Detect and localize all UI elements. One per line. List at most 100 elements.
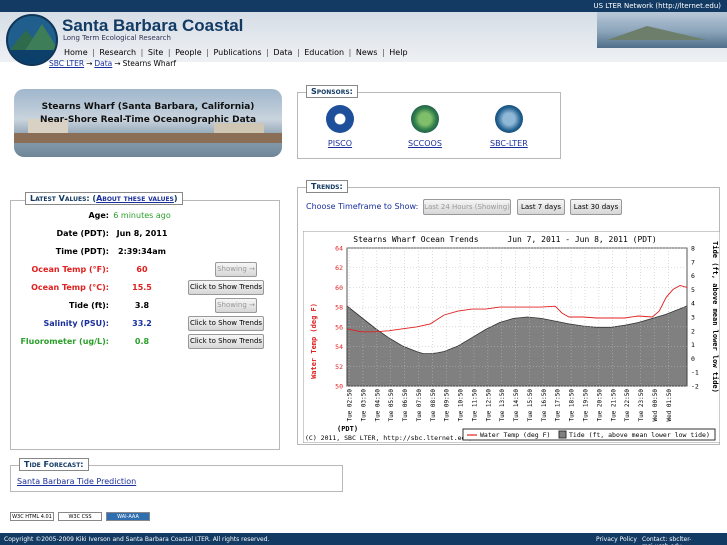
y-tick-left: 64 — [335, 245, 343, 253]
showing-button[interactable]: Showing → — [215, 298, 257, 313]
legend-temp-label: Water Temp (deg F) — [480, 431, 550, 439]
about-values-link[interactable]: About these values — [96, 194, 174, 203]
latest-value-row: Date (PDT): Jun 8, 2011 — [11, 229, 281, 241]
latest-value-label: Date (PDT): — [56, 229, 109, 238]
y-tick-right: 6 — [691, 272, 695, 280]
sponsor-pisco[interactable]: PISCO — [326, 105, 354, 148]
x-tick-label: Tue 15:50 — [527, 389, 534, 422]
show-trends-button[interactable]: Click to Show Trends — [188, 316, 264, 331]
nav-news[interactable]: News — [356, 48, 378, 57]
x-tick-label: Tue 14:50 — [513, 389, 520, 422]
sponsor-sccoos[interactable]: SCCOOS — [408, 105, 442, 148]
nav-research[interactable]: Research — [99, 48, 136, 57]
y-tick-right: 4 — [691, 300, 695, 308]
banner-subtitle: Near-Shore Real-Time Oceanographic Data — [39, 115, 257, 125]
x-tick-label: Tue 21:50 — [610, 389, 617, 422]
nav-education[interactable]: Education — [304, 48, 344, 57]
sccoos-logo-icon[interactable] — [410, 105, 439, 133]
breadcrumb-data[interactable]: Data — [94, 59, 112, 68]
latest-value-value: 2:39:34am — [118, 247, 166, 256]
latest-value-value: 0.8 — [134, 337, 150, 346]
breadcrumb-arrow: → — [86, 59, 93, 68]
y-tick-right: -1 — [691, 369, 699, 377]
nav-home[interactable]: Home — [64, 48, 88, 57]
sponsor-sbc-lter[interactable]: SBC-LTER — [490, 105, 528, 148]
x-tick-label: Tue 07:50 — [416, 389, 423, 422]
breadcrumb-current: Stearns Wharf — [122, 59, 176, 68]
show-trends-button[interactable]: Click to Show Trends — [188, 334, 264, 349]
nav-help[interactable]: Help — [389, 48, 407, 57]
tide-prediction-link[interactable]: Santa Barbara Tide Prediction — [17, 477, 136, 486]
wai-badge[interactable]: WAI-AAA — [106, 512, 150, 521]
chart-plot-area: 5052545658606264-2-1012345678Tue 02:50 Tu… — [335, 245, 699, 422]
sponsor-pisco-link[interactable]: PISCO — [326, 139, 354, 148]
x-tick-label: Tue 22:50 — [624, 389, 631, 422]
show-trends-button[interactable]: Click to Show Trends — [188, 280, 264, 295]
latest-value-row: Time (PDT): 2:39:34am — [11, 247, 281, 259]
nav-separator: | — [167, 48, 171, 57]
y-tick-left: 50 — [335, 383, 343, 391]
nav-separator: | — [382, 48, 385, 57]
chart-credit: (C) 2011, SBC LTER, http://sbc.lternet.e… — [305, 434, 473, 442]
nav-separator: | — [266, 48, 269, 57]
x-tick-label: Tue 19:50 — [583, 389, 590, 422]
copyright-text: Copyright ©2005-2009 Kiki Iverson and Sa… — [4, 536, 270, 543]
nav-separator: | — [296, 48, 300, 57]
wharf-banner: Stearns Wharf (Santa Barbara, California… — [14, 89, 282, 157]
top-bar: US LTER Network (http://lternet.edu) — [0, 0, 727, 12]
sbc-lter-logo-icon[interactable] — [494, 105, 523, 133]
latest-values-heading: Latest Values: (About these values) — [25, 192, 183, 205]
contact-link[interactable]: Contact: sbclter-msi.ucsb.edu — [642, 536, 727, 545]
y-tick-right: 8 — [691, 245, 695, 253]
banner-title: Stearns Wharf (Santa Barbara, California… — [41, 102, 255, 112]
x-tick-label: Tue 12:50 — [485, 389, 492, 422]
lter-network-link[interactable]: US LTER Network (http://lternet.edu) — [593, 2, 721, 10]
x-tick-label: Tue 16:50 — [541, 389, 548, 422]
x-tick-label: Tue 20:50 — [596, 389, 603, 422]
latest-value-row: Fluorometer (ug/L): 0.8 Click to Show Tren… — [11, 334, 281, 349]
breadcrumb-sbc-lter[interactable]: SBC LTER — [49, 59, 84, 68]
trends-heading: Trends: — [306, 180, 348, 193]
x-tick-label: Tue 09:50 — [444, 389, 451, 422]
ocean-trends-chart: Stearns Wharf Ocean Trends Jun 7, 2011 -… — [303, 231, 720, 443]
nav-publications[interactable]: Publications — [213, 48, 261, 57]
pisco-logo-icon[interactable] — [326, 105, 354, 133]
footer: Copyright ©2005-2009 Kiki Iverson and Sa… — [0, 533, 727, 545]
y-tick-left: 54 — [335, 343, 343, 351]
latest-value-row: Tide (ft): 3.8 Showing → — [11, 298, 281, 313]
css-badge-text: W3C CSS — [68, 514, 92, 520]
latest-value-value: Jun 8, 2011 — [116, 229, 168, 238]
nav-people[interactable]: People — [175, 48, 202, 57]
x-tick-label: Tue 18:50 — [569, 389, 576, 422]
last-30-days-button[interactable]: Last 30 days — [570, 199, 622, 215]
y-tick-left: 56 — [335, 323, 343, 331]
sponsor-sbc-lter-link[interactable]: SBC-LTER — [490, 139, 528, 148]
latest-value-label: Tide (ft): — [69, 301, 109, 310]
y-axis-left-label: Water Temp (deg F) — [310, 303, 318, 379]
x-tick-label: Tue 17:50 — [555, 389, 562, 422]
site-title[interactable]: Santa Barbara Coastal — [62, 16, 243, 36]
latest-value-value: 6 minutes ago — [113, 211, 171, 220]
breadcrumb: SBC LTER → Data → Stearns Wharf — [49, 59, 176, 68]
showing-button[interactable]: Showing → — [215, 262, 257, 277]
y-tick-right: 5 — [691, 286, 695, 294]
last-7-days-button[interactable]: Last 7 days — [517, 199, 565, 215]
sponsor-sccoos-link[interactable]: SCCOOS — [408, 139, 442, 148]
css-valid-badge[interactable]: W3C CSS — [58, 512, 102, 521]
x-tick-label: Tue 11:50 — [471, 389, 478, 422]
latest-value-label: Ocean Temp (°C): — [31, 283, 109, 292]
latest-value-value: 33.2 — [132, 319, 152, 328]
latest-value-value: 60 — [136, 265, 148, 274]
x-tick-label: Wed 00:50 — [652, 389, 659, 422]
latest-value-label: Salinity (PSU): — [43, 319, 109, 328]
sponsors-heading: Sponsors: — [306, 85, 358, 98]
privacy-policy-link[interactable]: Privacy Policy — [596, 536, 637, 543]
last-24-hours-button[interactable]: Last 24 Hours (Showing) — [423, 199, 511, 215]
x-tick-label: Tue 03:50 — [360, 389, 367, 422]
latest-value-label: Fluorometer (ug/L): — [20, 337, 109, 346]
wai-badge-text: WAI-AAA — [117, 514, 139, 520]
y-axis-right-label: Tide (ft, above mean lower low tide) — [711, 241, 719, 393]
html-valid-badge[interactable]: W3C HTML 4.01 — [10, 512, 54, 521]
nav-data[interactable]: Data — [273, 48, 292, 57]
nav-site[interactable]: Site — [148, 48, 163, 57]
